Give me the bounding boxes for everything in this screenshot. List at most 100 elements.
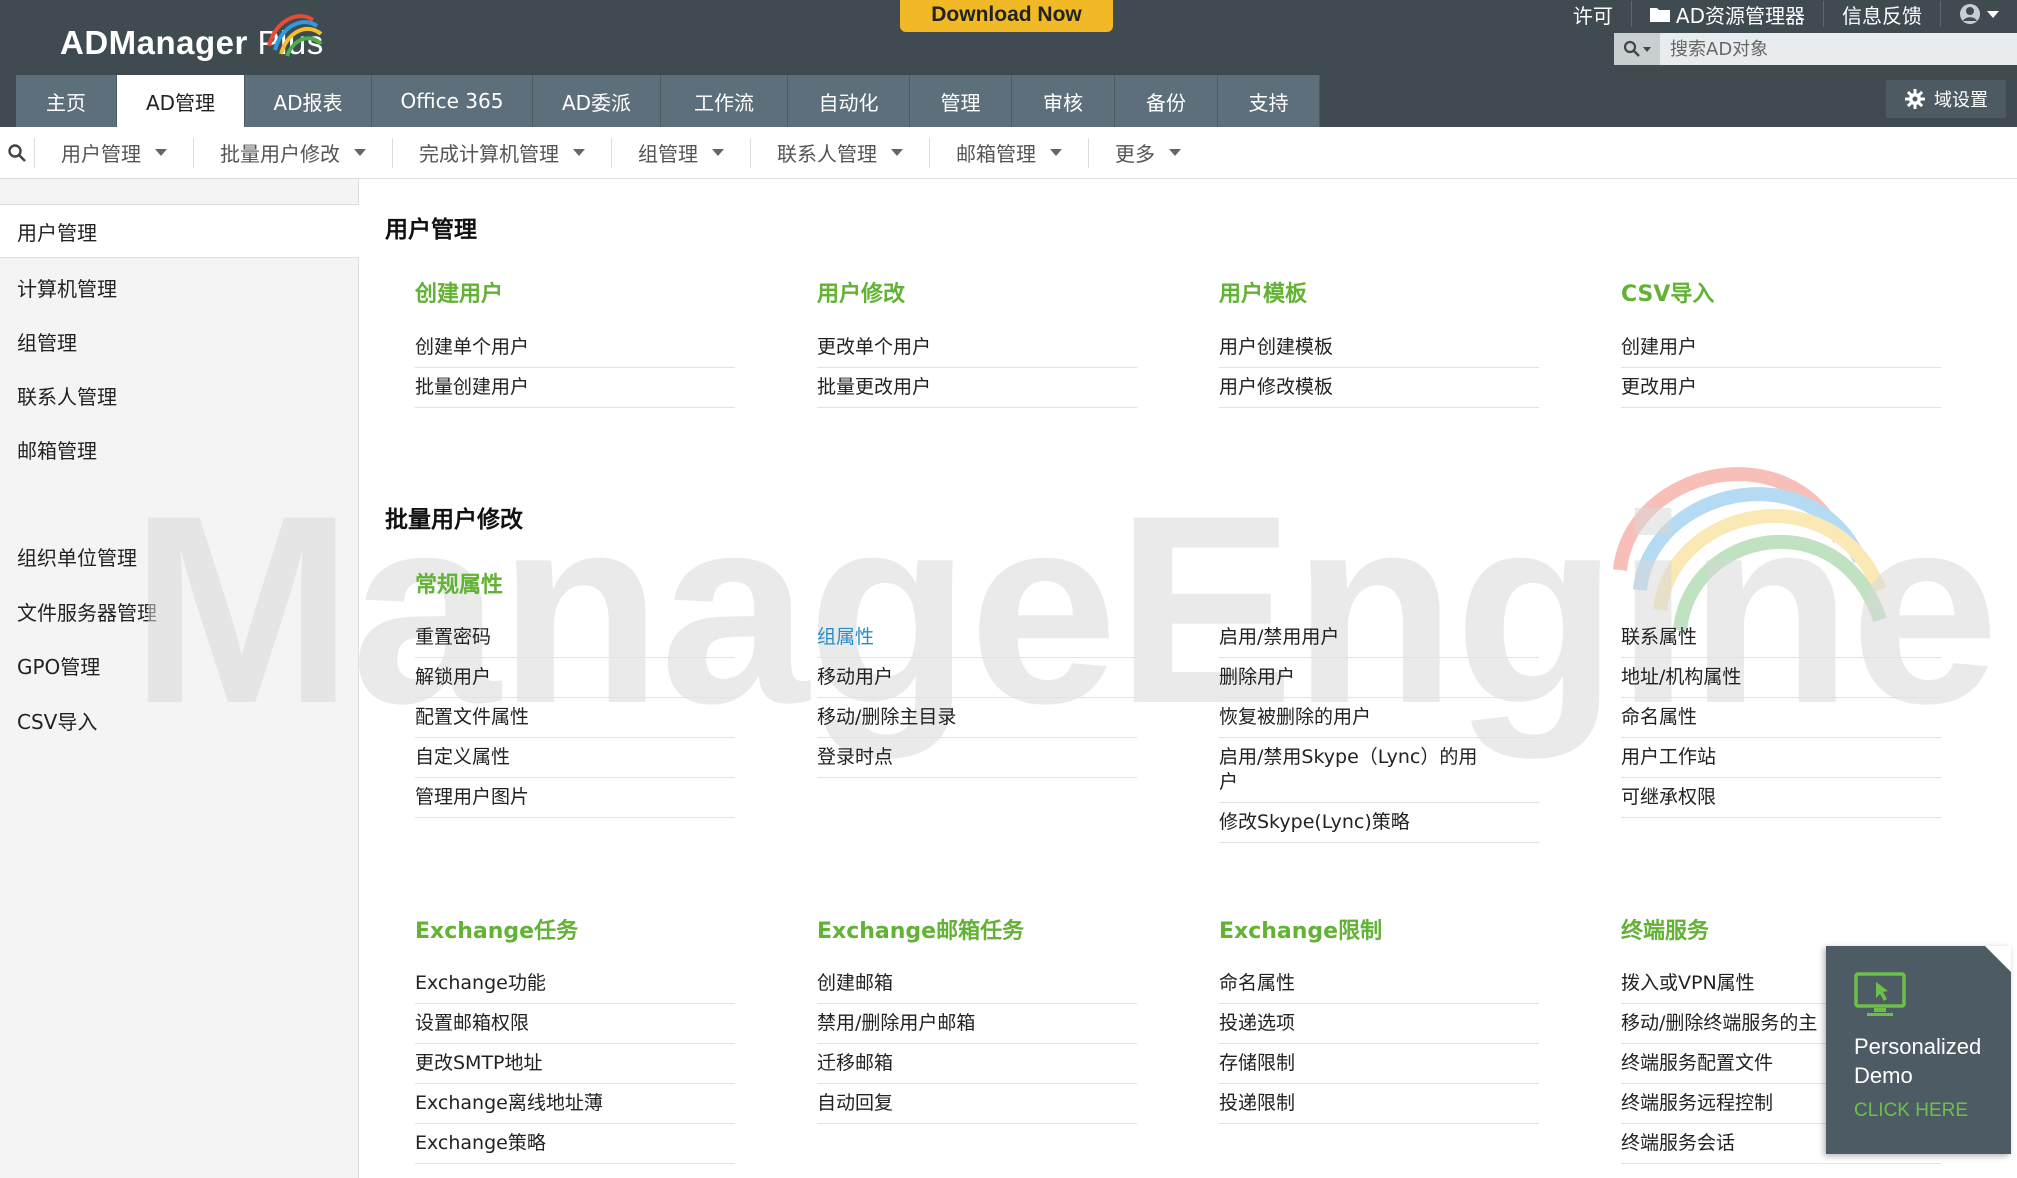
list-item[interactable]: 更改SMTP地址 <box>415 1044 735 1084</box>
personalized-demo-panel[interactable]: Personalized Demo CLICK HERE <box>1826 946 2011 1154</box>
tab-backup[interactable]: 备份 <box>1115 75 1218 127</box>
sidebar: 用户管理 计算机管理 组管理 联系人管理 邮箱管理 组织单位管理 文件服务器管理… <box>0 179 359 1178</box>
sidebar-item-file-server-management[interactable]: 文件服务器管理 <box>0 584 359 638</box>
list-item[interactable]: 存储限制 <box>1219 1044 1539 1084</box>
group-title-create-user[interactable]: 创建用户 <box>415 276 503 308</box>
list-item[interactable]: 命名属性 <box>1621 698 1941 738</box>
list-item[interactable]: 可继承权限 <box>1621 778 1941 818</box>
subnav-more[interactable]: 更多 <box>1088 137 1207 168</box>
list-item[interactable]: 配置文件属性 <box>415 698 735 738</box>
sidebar-item-mailbox-management[interactable]: 邮箱管理 <box>0 422 359 476</box>
subnav-contact-management[interactable]: 联系人管理 <box>750 137 929 168</box>
sidebar-item-ou-management[interactable]: 组织单位管理 <box>0 529 359 583</box>
link-list-create-user: 创建单个用户 批量创建用户 <box>415 328 735 408</box>
section-title-bulk-modify: 批量用户修改 <box>385 507 523 533</box>
tab-workflow[interactable]: 工作流 <box>661 75 788 127</box>
sidebar-item-gpo-management[interactable]: GPO管理 <box>0 638 359 692</box>
list-item[interactable]: 更改用户 <box>1621 368 1941 408</box>
group-title-terminal-services[interactable]: 终端服务 <box>1621 913 1709 945</box>
tab-ad-reports[interactable]: AD报表 <box>245 75 372 127</box>
sidebar-item-csv-import[interactable]: CSV导入 <box>0 693 359 747</box>
subnav-search-button[interactable] <box>0 127 34 179</box>
list-item[interactable]: 移动/删除主目录 <box>817 698 1137 738</box>
list-item[interactable]: 创建单个用户 <box>415 328 735 368</box>
list-item[interactable]: 命名属性 <box>1219 964 1539 1004</box>
list-item[interactable]: 用户修改模板 <box>1219 368 1539 408</box>
list-item[interactable]: 批量更改用户 <box>817 368 1137 408</box>
tab-ad-management[interactable]: AD管理 <box>117 75 245 127</box>
top-links: 许可 AD资源管理器 信息反馈 <box>1555 0 2017 28</box>
list-item[interactable]: 删除用户 <box>1219 658 1539 698</box>
domain-settings-button[interactable]: 域设置 <box>1886 80 2006 118</box>
chevron-down-icon <box>1169 149 1181 156</box>
group-title-user-templates[interactable]: 用户模板 <box>1219 276 1307 308</box>
list-item[interactable]: 登录时点 <box>817 738 1137 778</box>
group-title-modify-user[interactable]: 用户修改 <box>817 276 905 308</box>
list-item[interactable]: 启用/禁用Skype（Lync）的用户 <box>1219 738 1539 803</box>
list-item[interactable]: 用户创建模板 <box>1219 328 1539 368</box>
search-options-button[interactable] <box>1614 33 1660 65</box>
monitor-pointer-icon <box>1854 972 1906 1016</box>
list-item[interactable]: 设置邮箱权限 <box>415 1004 735 1044</box>
list-item[interactable]: 创建邮箱 <box>817 964 1137 1004</box>
list-item[interactable]: 重置密码 <box>415 618 735 658</box>
group-title-csv-import[interactable]: CSV导入 <box>1621 276 1714 308</box>
search-input[interactable] <box>1670 33 2010 65</box>
group-title-general-attributes[interactable]: 常规属性 <box>415 567 503 599</box>
list-item[interactable]: 创建用户 <box>1621 328 1941 368</box>
list-item[interactable]: 迁移邮箱 <box>817 1044 1137 1084</box>
tab-automation[interactable]: 自动化 <box>788 75 910 127</box>
download-now-button[interactable]: Download Now <box>900 0 1113 32</box>
feedback-link[interactable]: 信息反馈 <box>1824 1 1941 28</box>
list-item[interactable]: 更改单个用户 <box>817 328 1137 368</box>
list-item[interactable]: 管理用户图片 <box>415 778 735 818</box>
list-item[interactable]: 地址/机构属性 <box>1621 658 1941 698</box>
list-item[interactable]: 投递选项 <box>1219 1004 1539 1044</box>
list-item[interactable]: Exchange离线地址薄 <box>415 1084 735 1124</box>
sidebar-item-computer-management[interactable]: 计算机管理 <box>0 260 359 314</box>
user-menu[interactable] <box>1941 1 2017 27</box>
list-item[interactable]: 组属性 <box>817 618 1137 658</box>
folder-icon <box>1649 8 1670 22</box>
list-item[interactable]: 禁用/删除用户邮箱 <box>817 1004 1137 1044</box>
subnav-user-management[interactable]: 用户管理 <box>34 137 193 168</box>
sidebar-item-contact-management[interactable]: 联系人管理 <box>0 368 359 422</box>
subnav-bulk-user-modify[interactable]: 批量用户修改 <box>193 137 392 168</box>
list-item[interactable]: 联系属性 <box>1621 618 1941 658</box>
list-item[interactable]: 修改Skype(Lync)策略 <box>1219 803 1539 843</box>
section-title-user-management: 用户管理 <box>385 217 477 243</box>
subnav-mailbox-management[interactable]: 邮箱管理 <box>929 137 1088 168</box>
link-list-exchange-mailbox-tasks: 创建邮箱 禁用/删除用户邮箱 迁移邮箱 自动回复 <box>817 964 1137 1124</box>
tab-admin[interactable]: 管理 <box>910 75 1012 127</box>
list-item[interactable]: 移动用户 <box>817 658 1137 698</box>
tab-home[interactable]: 主页 <box>16 75 117 127</box>
gear-icon <box>1905 89 1925 109</box>
group-title-exchange-tasks[interactable]: Exchange任务 <box>415 913 578 945</box>
tab-ad-delegation[interactable]: AD委派 <box>533 75 661 127</box>
chevron-down-icon <box>354 149 366 156</box>
group-title-exchange-mailbox-tasks[interactable]: Exchange邮箱任务 <box>817 913 1024 945</box>
demo-click-here-link[interactable]: CLICK HERE <box>1854 1100 2011 1122</box>
sidebar-item-user-management[interactable]: 用户管理 <box>0 204 359 258</box>
list-item[interactable]: Exchange策略 <box>415 1124 735 1164</box>
list-item[interactable]: 启用/禁用用户 <box>1219 618 1539 658</box>
list-item[interactable]: 自动回复 <box>817 1084 1137 1124</box>
list-item[interactable]: 自定义属性 <box>415 738 735 778</box>
subnav-group-management[interactable]: 组管理 <box>611 137 750 168</box>
list-item[interactable]: 恢复被删除的用户 <box>1219 698 1539 738</box>
list-item[interactable]: 投递限制 <box>1219 1084 1539 1124</box>
tab-support[interactable]: 支持 <box>1218 75 1320 127</box>
list-item[interactable]: Exchange功能 <box>415 964 735 1004</box>
tab-office-365[interactable]: Office 365 <box>372 75 533 127</box>
list-item[interactable]: 解锁用户 <box>415 658 735 698</box>
list-item[interactable]: 用户工作站 <box>1621 738 1941 778</box>
license-link[interactable]: 许可 <box>1555 1 1632 28</box>
group-title-exchange-limits[interactable]: Exchange限制 <box>1219 913 1382 945</box>
chevron-down-icon <box>155 149 167 156</box>
ad-explorer-link[interactable]: AD资源管理器 <box>1632 1 1824 28</box>
link-list-general-col2: 组属性 移动用户 移动/删除主目录 登录时点 <box>817 618 1137 778</box>
list-item[interactable]: 批量创建用户 <box>415 368 735 408</box>
sidebar-item-group-management[interactable]: 组管理 <box>0 314 359 368</box>
tab-audit[interactable]: 审核 <box>1012 75 1115 127</box>
subnav-computer-management[interactable]: 完成计算机管理 <box>392 137 611 168</box>
